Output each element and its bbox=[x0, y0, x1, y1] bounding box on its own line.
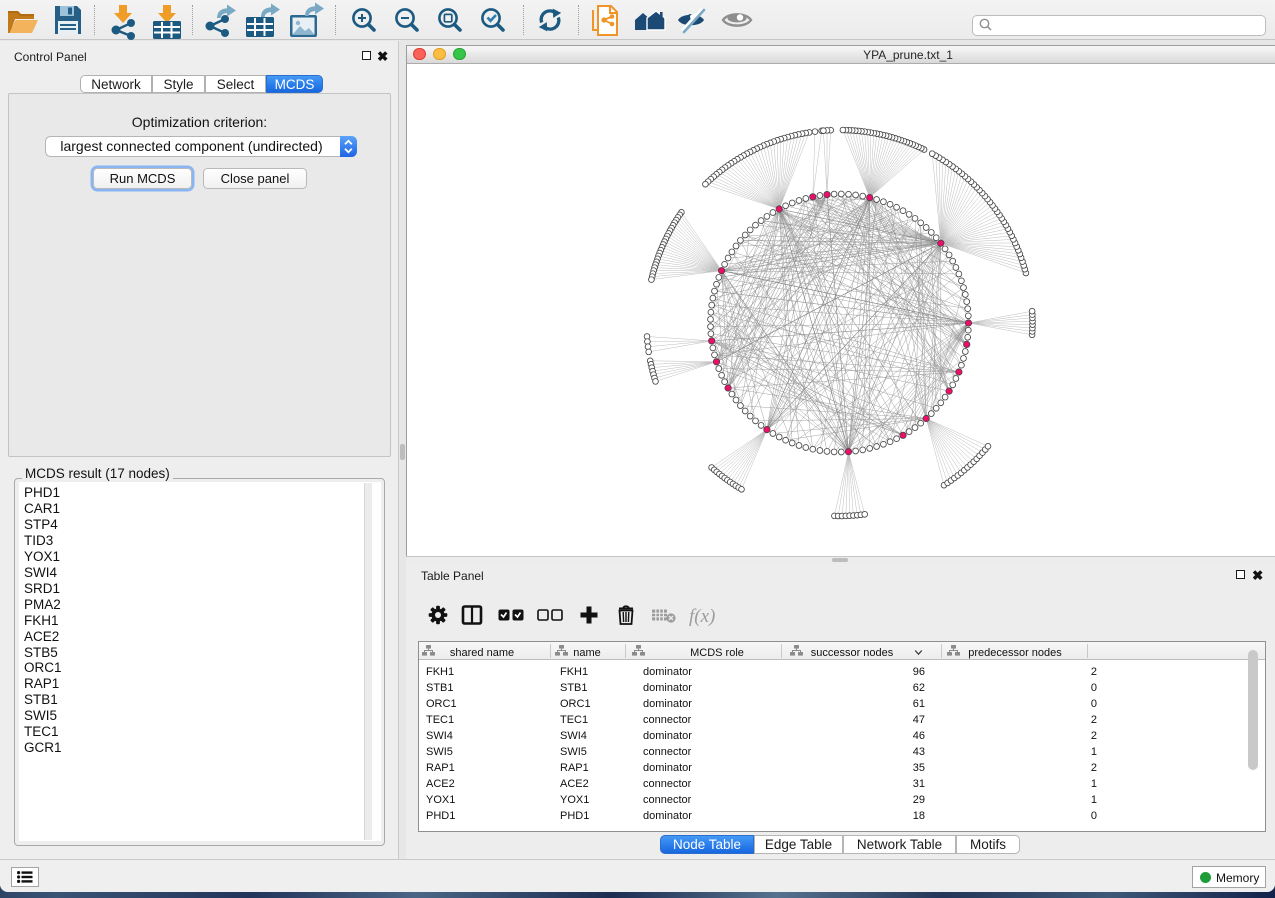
svg-text:f(x): f(x) bbox=[689, 606, 715, 627]
